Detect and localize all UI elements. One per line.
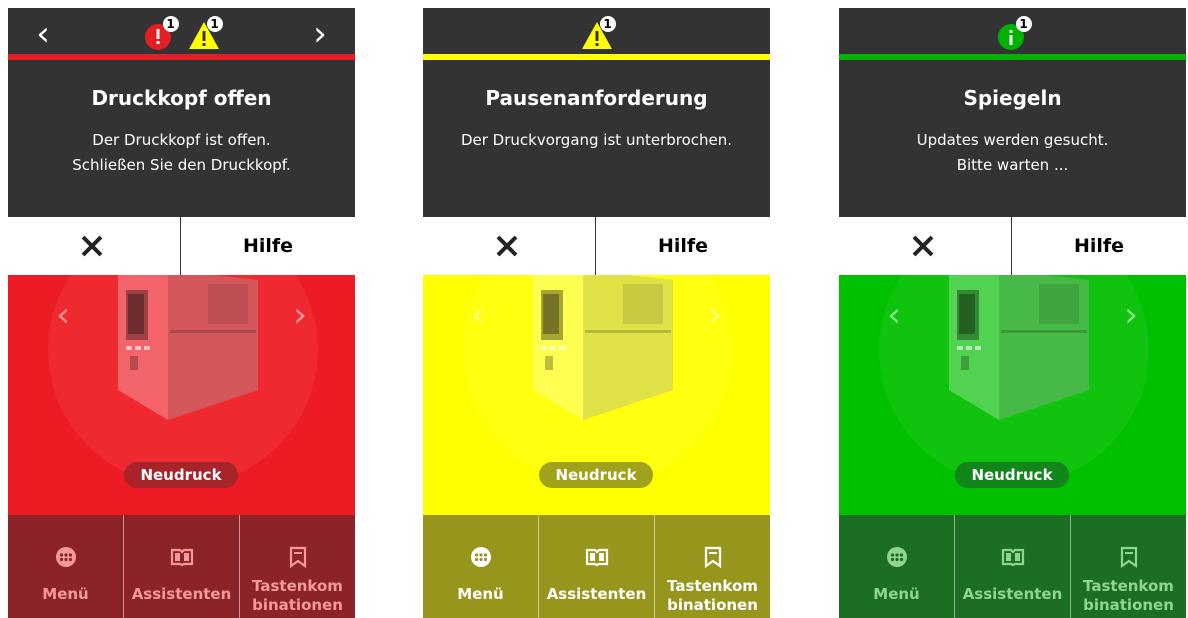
help-button[interactable]: Hilfe: [596, 217, 770, 275]
reprint-button[interactable]: Neudruck: [539, 462, 653, 488]
status-bar: 1: [839, 8, 1186, 60]
bookmark-icon: [1117, 545, 1141, 569]
reprint-button[interactable]: Neudruck: [955, 462, 1069, 488]
tab-label: Assistenten: [131, 585, 232, 603]
carousel-next-icon[interactable]: ›: [285, 295, 315, 335]
alert-text-line-2: Schließen Sie den Druckkopf.: [72, 156, 291, 174]
tab-label-line-1: Tastenkom: [667, 577, 758, 595]
wizards-book-icon: [585, 545, 609, 569]
alert-message: Spiegeln Updates werden gesucht. Bitte war…: [839, 60, 1186, 217]
tab-label-line-2: binationen: [1083, 596, 1174, 614]
tab-label: Tastenkom binationen: [240, 577, 355, 615]
printer-screen-yellow: 1 Pausenanforderung Der Druckvorgang ist u…: [423, 8, 770, 618]
carousel-next-icon[interactable]: ›: [1116, 295, 1146, 335]
carousel-prev-icon[interactable]: ‹: [48, 295, 78, 335]
tab-label: Tastenkom binationen: [655, 577, 770, 615]
close-icon: [496, 235, 518, 257]
printer-status-area: ‹ › Neudruck: [8, 275, 355, 515]
menu-tab[interactable]: Menü: [423, 515, 538, 618]
wizards-book-icon: [1001, 545, 1025, 569]
tab-label-line-2: binationen: [667, 596, 758, 614]
alert-title: Spiegeln: [963, 86, 1062, 110]
dismiss-button[interactable]: [839, 217, 1011, 275]
close-icon: [912, 235, 934, 257]
shortcuts-tab[interactable]: Tastenkom binationen: [239, 515, 355, 618]
status-icons: 1: [423, 16, 770, 52]
dismiss-button[interactable]: [8, 217, 180, 275]
warning-icon[interactable]: 1: [187, 16, 223, 52]
alert-text-line-2: Bitte warten ...: [956, 156, 1069, 174]
status-count-badge: 1: [599, 16, 616, 32]
tab-label-line-1: Tastenkom: [252, 577, 343, 595]
alert-text-line-1: Der Druckvorgang ist unterbrochen.: [460, 131, 733, 149]
printer-status-area: ‹ › Neudruck: [423, 275, 770, 515]
wizards-book-icon: [170, 545, 194, 569]
alert-message: Druckkopf offen Der Druckkopf ist offen. S…: [8, 60, 355, 217]
alert-message: Pausenanforderung Der Druckvorgang ist un…: [423, 60, 770, 217]
menu-icon: [885, 545, 909, 569]
help-button[interactable]: Hilfe: [1012, 217, 1186, 275]
bottom-navigation: Menü Assistenten Tastenkom binationen: [839, 515, 1186, 618]
wizards-tab[interactable]: Assistenten: [538, 515, 654, 618]
menu-tab[interactable]: Menü: [8, 515, 123, 618]
wizards-tab[interactable]: Assistenten: [954, 515, 1070, 618]
status-count-badge: 1: [1015, 16, 1032, 32]
status-bar: 1: [423, 8, 770, 60]
carousel-next-icon[interactable]: ›: [700, 295, 730, 335]
error-icon[interactable]: 1: [143, 16, 179, 52]
menu-icon: [469, 545, 493, 569]
alert-actions: Hilfe: [423, 217, 770, 275]
tab-label: Menü: [873, 585, 920, 603]
dismiss-button[interactable]: [423, 217, 595, 275]
printer-status-area: ‹ › Neudruck: [839, 275, 1186, 515]
status-icons: 11: [8, 16, 355, 52]
alert-actions: Hilfe: [8, 217, 355, 275]
tab-label: Menü: [457, 585, 504, 603]
wizards-tab[interactable]: Assistenten: [123, 515, 239, 618]
status-count-badge: 1: [206, 16, 223, 32]
close-icon: [81, 235, 103, 257]
tab-label-line-2: binationen: [252, 596, 343, 614]
tab-label: Menü: [42, 585, 89, 603]
status-count-badge: 1: [162, 16, 179, 32]
printer-screen-green: 1 Spiegeln Updates werden gesucht. Bitte wa…: [839, 8, 1186, 618]
help-button[interactable]: Hilfe: [181, 217, 355, 275]
reprint-button[interactable]: Neudruck: [124, 462, 238, 488]
bottom-navigation: Menü Assistenten Tastenkom binationen: [8, 515, 355, 618]
shortcuts-tab[interactable]: Tastenkom binationen: [654, 515, 770, 618]
printer-image: [929, 275, 1099, 420]
tab-label: Assistenten: [962, 585, 1063, 603]
bookmark-icon: [701, 545, 725, 569]
tab-label: Assistenten: [546, 585, 647, 603]
carousel-prev-icon[interactable]: ‹: [879, 295, 909, 335]
bookmark-icon: [286, 545, 310, 569]
menu-tab[interactable]: Menü: [839, 515, 954, 618]
tab-label: Tastenkom binationen: [1071, 577, 1186, 615]
warning-icon[interactable]: 1: [580, 16, 616, 52]
menu-icon: [54, 545, 78, 569]
bottom-navigation: Menü Assistenten Tastenkom binationen: [423, 515, 770, 618]
printer-image: [98, 275, 268, 420]
info-icon[interactable]: 1: [996, 16, 1032, 52]
carousel-prev-icon[interactable]: ‹: [463, 295, 493, 335]
alert-title: Druckkopf offen: [91, 86, 272, 110]
printer-image: [513, 275, 683, 420]
alert-actions: Hilfe: [839, 217, 1186, 275]
alert-title: Pausenanforderung: [485, 86, 708, 110]
status-icons: 1: [839, 16, 1186, 52]
status-bar: ‹ › 1 1: [8, 8, 355, 60]
alert-text-line-1: Der Druckkopf ist offen.: [92, 131, 271, 149]
printer-screen-red: ‹ › 1 1 Druckkopf offen Der Druckkopf ist off…: [8, 8, 355, 618]
alert-text-line-1: Updates werden gesucht.: [916, 131, 1109, 149]
shortcuts-tab[interactable]: Tastenkom binationen: [1070, 515, 1186, 618]
tab-label-line-1: Tastenkom: [1083, 577, 1174, 595]
